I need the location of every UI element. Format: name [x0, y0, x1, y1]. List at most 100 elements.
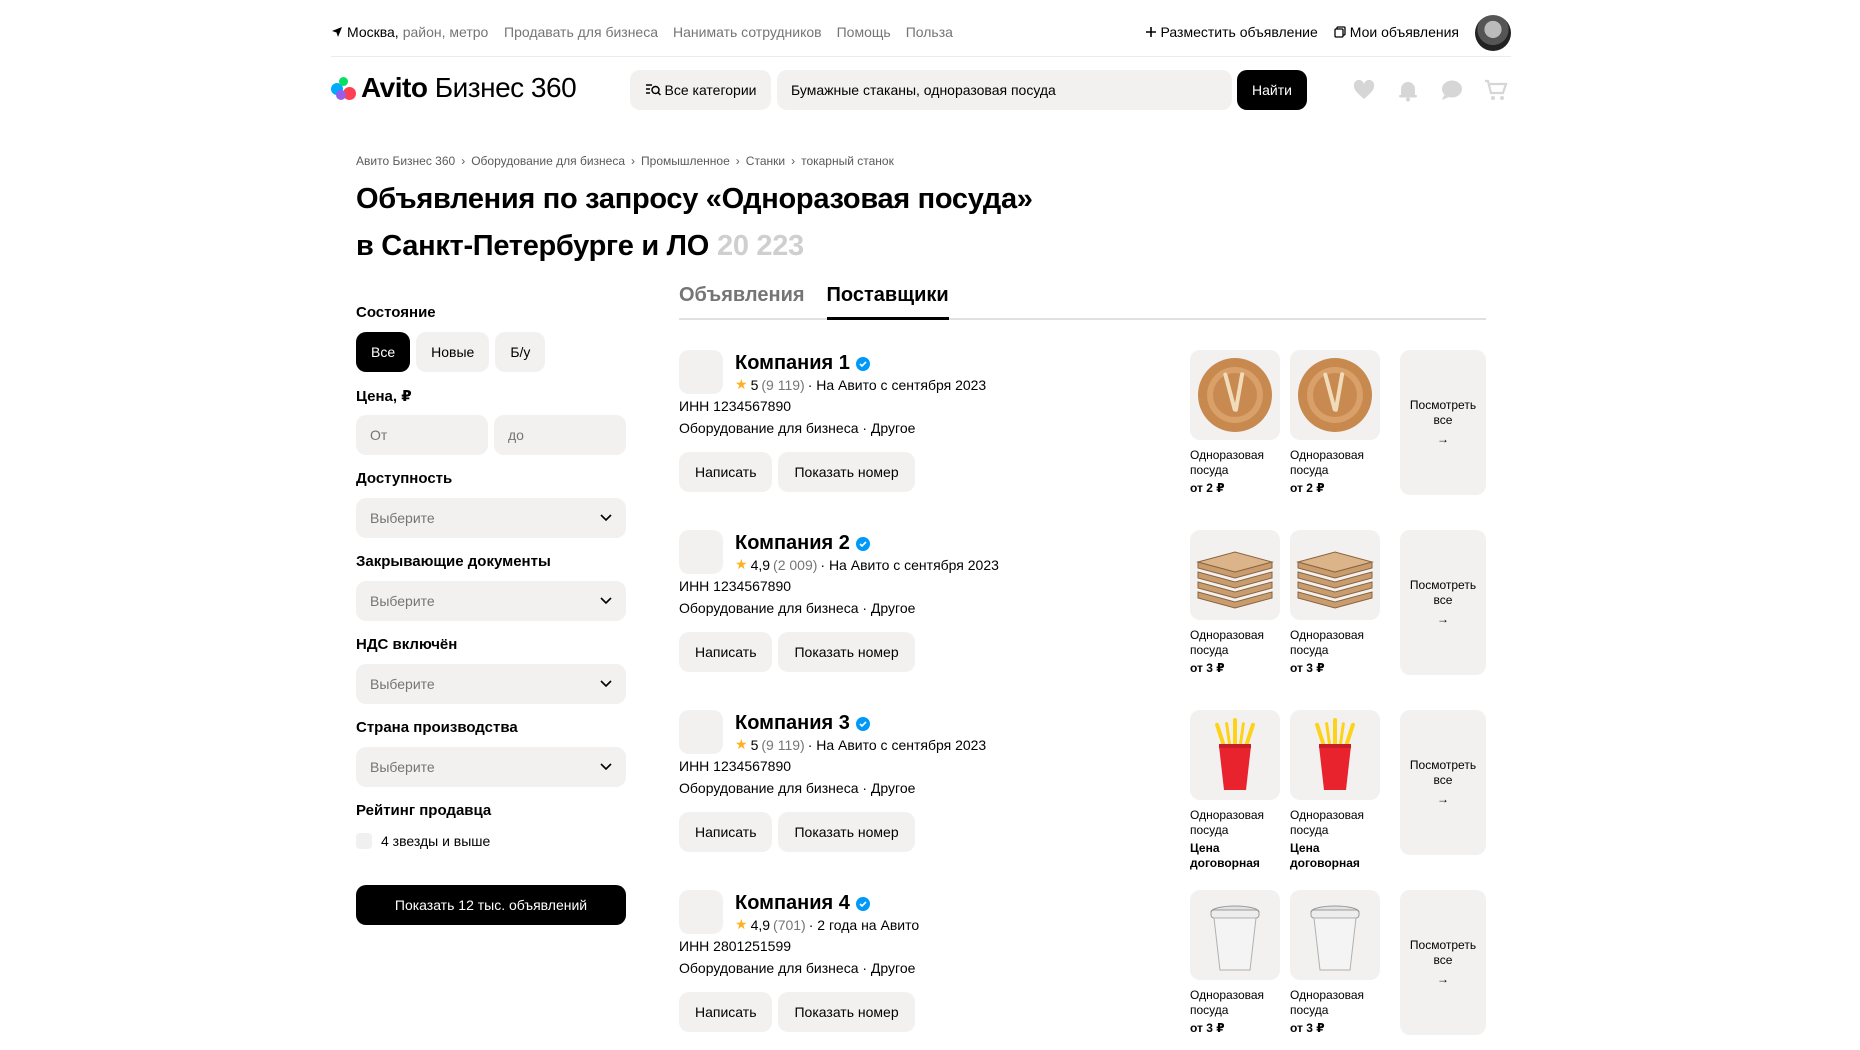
product-tile[interactable]: Одноразовая посуда от 2 ₽	[1290, 350, 1380, 496]
page-title: Объявления по запросу «Одноразовая посуд…	[356, 176, 1033, 270]
pizza-box-icon	[1290, 530, 1380, 620]
availability-select-value: Выберите	[370, 510, 435, 526]
supplier-name[interactable]: Компания 1	[735, 352, 870, 375]
star-icon: ★	[735, 556, 748, 572]
product-price: от 3 ₽	[1190, 661, 1225, 675]
supplier-logo[interactable]	[679, 350, 723, 394]
search-input[interactable]	[777, 70, 1232, 110]
supplier-inn: ИНН 1234567890	[679, 758, 792, 774]
write-button[interactable]: Написать	[679, 812, 773, 852]
rating-checkbox-row[interactable]: 4 звезды и выше	[356, 833, 490, 849]
paper-cup-icon	[1290, 890, 1380, 980]
tab-suppliers[interactable]: Поставщики	[826, 280, 949, 320]
arrow-right-icon: →	[1437, 432, 1449, 446]
cup-forks-icon	[1190, 710, 1280, 800]
condition-all-button[interactable]: Все	[356, 332, 411, 372]
product-tile[interactable]: Одноразовая посуда от 3 ₽	[1290, 890, 1380, 1036]
write-button[interactable]: Написать	[679, 632, 773, 672]
notifications-bell-icon[interactable]	[1396, 78, 1420, 102]
product-tile[interactable]: Одноразовая посуда от 2 ₽	[1190, 350, 1280, 496]
breadcrumb-item[interactable]: Станки	[746, 154, 785, 168]
location-hint: район, метро	[402, 24, 489, 40]
all-categories-button[interactable]: Все категории	[630, 70, 771, 110]
supplier-name[interactable]: Компания 3	[735, 712, 870, 735]
product-price: от 2 ₽	[1290, 481, 1325, 495]
product-tile[interactable]: Одноразовая посуда от 3 ₽	[1190, 530, 1280, 676]
supplier-actions: Написать Показать номер	[679, 992, 915, 1032]
top-link-sell[interactable]: Продавать для бизнеса	[504, 24, 658, 40]
country-select[interactable]: Выберите	[356, 747, 626, 787]
rating-checkbox-label: 4 звезды и выше	[381, 833, 491, 849]
supplier-logo[interactable]	[679, 890, 723, 934]
favorites-heart-icon[interactable]	[1352, 78, 1376, 102]
see-all-label: Посмотреть	[1409, 578, 1477, 592]
find-button[interactable]: Найти	[1237, 70, 1307, 110]
show-phone-button[interactable]: Показать номер	[778, 452, 915, 492]
tab-ads[interactable]: Объявления	[679, 280, 805, 320]
supplier-name[interactable]: Компания 2	[735, 532, 870, 555]
reviews-count[interactable]: (9 119)	[761, 377, 804, 393]
see-all-button[interactable]: Посмотреть все →	[1400, 890, 1486, 1035]
arrow-right-icon: →	[1437, 792, 1449, 806]
breadcrumb-item[interactable]: Оборудование для бизнеса	[471, 154, 625, 168]
product-tile[interactable]: Одноразовая посуда Цена договорная	[1290, 710, 1380, 871]
price-to-input[interactable]	[494, 415, 626, 455]
vat-select[interactable]: Выберите	[356, 664, 626, 704]
condition-used-button[interactable]: Б/у	[495, 332, 546, 372]
messages-chat-icon[interactable]	[1440, 78, 1464, 102]
see-all-button[interactable]: Посмотреть все →	[1400, 350, 1486, 495]
see-all-button[interactable]: Посмотреть все →	[1400, 710, 1486, 855]
product-price: от 3 ₽	[1290, 661, 1325, 675]
rating-checkbox[interactable]	[356, 833, 372, 849]
supplier-logo[interactable]	[679, 710, 723, 754]
write-button[interactable]: Написать	[679, 452, 773, 492]
see-all-label: все	[1433, 773, 1453, 787]
product-tile[interactable]: Одноразовая посуда от 3 ₽	[1190, 890, 1280, 1036]
product-tile[interactable]: Одноразовая посуда Цена договорная	[1190, 710, 1280, 871]
logo-suffix: Бизнес 360	[434, 72, 577, 103]
supplier-category: Оборудование для бизнеса · Другое	[679, 420, 916, 436]
see-all-button[interactable]: Посмотреть все →	[1400, 530, 1486, 675]
rating-value: 5	[750, 376, 759, 393]
condition-options: Все Новые Б/у	[356, 332, 546, 372]
breadcrumb-item[interactable]: Авито Бизнес 360	[356, 154, 455, 168]
supplier-since: · 2 года на Авито	[808, 916, 920, 933]
supplier-actions: Написать Показать номер	[679, 812, 915, 852]
filter-documents-label: Закрывающие документы	[356, 553, 551, 570]
condition-new-button[interactable]: Новые	[416, 332, 490, 372]
see-all-label: все	[1433, 953, 1453, 967]
top-link-benefit[interactable]: Польза	[906, 24, 953, 40]
logo-brand: Avito	[361, 72, 428, 103]
show-phone-button[interactable]: Показать номер	[778, 632, 915, 672]
product-name: Одноразовая посуда	[1190, 808, 1265, 837]
avatar[interactable]	[1475, 15, 1511, 51]
show-phone-button[interactable]: Показать номер	[778, 992, 915, 1032]
reviews-count[interactable]: (9 119)	[761, 737, 804, 753]
write-button[interactable]: Написать	[679, 992, 773, 1032]
show-results-button[interactable]: Показать 12 тыс. объявлений	[356, 885, 626, 925]
reviews-count[interactable]: (2 009)	[773, 557, 817, 573]
supplier-logo[interactable]	[679, 530, 723, 574]
product-price: Цена договорная	[1190, 841, 1260, 870]
top-link-help[interactable]: Помощь	[837, 24, 891, 40]
reviews-count[interactable]: (701)	[773, 917, 806, 933]
supplier-name[interactable]: Компания 4	[735, 892, 870, 915]
show-phone-button[interactable]: Показать номер	[778, 812, 915, 852]
price-from-input[interactable]	[356, 415, 488, 455]
breadcrumb-item[interactable]: токарный станок	[801, 154, 894, 168]
availability-select[interactable]: Выберите	[356, 498, 626, 538]
top-link-hire[interactable]: Нанимать сотрудников	[673, 24, 822, 40]
my-ads-link[interactable]: Мои объявления	[1334, 24, 1459, 40]
breadcrumb-item[interactable]: Промышленное	[641, 154, 730, 168]
product-name: Одноразовая посуда	[1190, 448, 1265, 477]
location-selector[interactable]: Москва, район, метро	[331, 24, 488, 40]
price-range	[356, 415, 626, 455]
product-price: от 3 ₽	[1290, 1021, 1325, 1035]
logo[interactable]: Avito Бизнес 360	[331, 72, 577, 104]
cart-icon[interactable]	[1484, 78, 1508, 102]
product-tile[interactable]: Одноразовая посуда от 3 ₽	[1290, 530, 1380, 676]
post-ad-link[interactable]: Разместить объявление	[1145, 24, 1318, 40]
see-all-label: все	[1433, 413, 1453, 427]
location-city: Москва,	[347, 24, 399, 40]
documents-select[interactable]: Выберите	[356, 581, 626, 621]
